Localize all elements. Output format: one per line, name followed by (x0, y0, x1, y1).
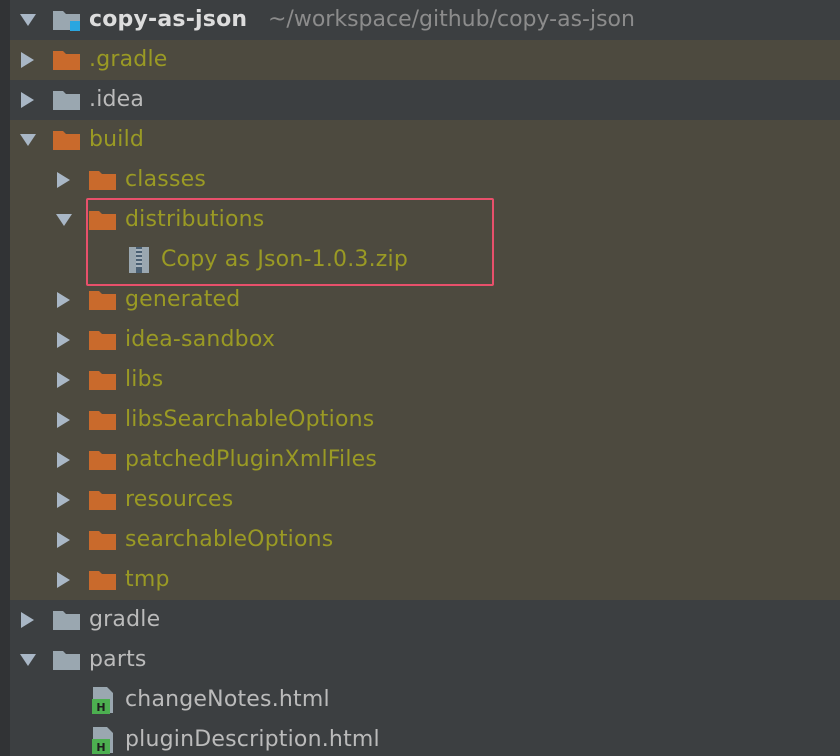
folder-gray-icon (52, 648, 82, 672)
tree-row[interactable]: .idea (10, 80, 840, 120)
folder-orange-icon (88, 208, 118, 232)
folder-orange-icon (88, 328, 118, 352)
module-folder-icon (52, 8, 82, 32)
tree-row[interactable]: parts (10, 640, 840, 680)
chevron-down-icon[interactable] (16, 640, 40, 680)
chevron-down-icon[interactable] (16, 0, 40, 40)
tree-row[interactable]: searchableOptions (10, 520, 840, 560)
tree-row[interactable]: tmp (10, 560, 840, 600)
chevron-right-icon[interactable] (52, 320, 76, 360)
chevron-right-icon[interactable] (16, 600, 40, 640)
tree-row[interactable]: resources (10, 480, 840, 520)
tree-row[interactable]: classes (10, 160, 840, 200)
tree-item-label: changeNotes.html (125, 687, 330, 712)
html-file-icon: H (90, 726, 116, 754)
tree-item-label: tmp (125, 567, 170, 592)
chevron-down-icon[interactable] (52, 200, 76, 240)
tree-row[interactable]: generated (10, 280, 840, 320)
tree-item-label: parts (89, 647, 147, 672)
chevron-right-icon[interactable] (52, 440, 76, 480)
chevron-right-icon[interactable] (52, 400, 76, 440)
folder-gray-icon (52, 608, 82, 632)
chevron-right-icon[interactable] (52, 520, 76, 560)
tree-item-label: resources (125, 487, 234, 512)
tree-row[interactable]: libs (10, 360, 840, 400)
chevron-down-icon[interactable] (16, 120, 40, 160)
folder-orange-icon (88, 488, 118, 512)
tree-item-label: patchedPluginXmlFiles (125, 447, 378, 472)
tree-root-row[interactable]: copy-as-json ~/workspace/github/copy-as-… (10, 0, 840, 40)
tree-row[interactable]: .gradle (10, 40, 840, 80)
chevron-right-icon[interactable] (52, 480, 76, 520)
tree-row[interactable]: build (10, 120, 840, 160)
tree-row[interactable]: distributions (10, 200, 840, 240)
chevron-right-icon[interactable] (16, 80, 40, 120)
tree-row[interactable]: idea-sandbox (10, 320, 840, 360)
folder-orange-icon (88, 288, 118, 312)
tree-item-label: build (89, 127, 145, 152)
tree-row[interactable]: gradle (10, 600, 840, 640)
folder-orange-icon (88, 528, 118, 552)
chevron-right-icon[interactable] (52, 560, 76, 600)
tree-item-label: Copy as Json-1.0.3.zip (161, 247, 409, 272)
tree-item-label: libsSearchableOptions (125, 407, 375, 432)
tree-item-label: .gradle (89, 47, 168, 72)
html-file-icon: H (90, 686, 116, 714)
folder-orange-icon (88, 568, 118, 592)
tree-item-label: libs (125, 367, 164, 392)
chevron-right-icon[interactable] (52, 160, 76, 200)
folder-gray-icon (52, 88, 82, 112)
folder-orange-icon (88, 448, 118, 472)
tree-row[interactable]: Copy as Json-1.0.3.zip (10, 240, 840, 280)
tree-row[interactable]: libsSearchableOptions (10, 400, 840, 440)
tree-item-label: .idea (89, 87, 145, 112)
project-tree: copy-as-json ~/workspace/github/copy-as-… (0, 0, 840, 756)
svg-text:H: H (96, 701, 105, 714)
tree-item-label: searchableOptions (125, 527, 334, 552)
tree-item-label: gradle (89, 607, 161, 632)
svg-text:H: H (96, 741, 105, 754)
tree-item-label: idea-sandbox (125, 327, 276, 352)
tree-row[interactable]: patchedPluginXmlFiles (10, 440, 840, 480)
chevron-right-icon[interactable] (52, 360, 76, 400)
root-path: ~/workspace/github/copy-as-json (268, 7, 635, 32)
tree-row[interactable]: HpluginDescription.html (10, 720, 840, 756)
folder-orange-icon (52, 48, 82, 72)
tree-item-label: generated (125, 287, 241, 312)
folder-orange-icon (52, 128, 82, 152)
root-name: copy-as-json (89, 7, 248, 32)
chevron-right-icon[interactable] (52, 280, 76, 320)
gutter (0, 0, 10, 756)
chevron-right-icon[interactable] (16, 40, 40, 80)
zip-file-icon (126, 246, 152, 274)
tree-item-label: classes (125, 167, 207, 192)
tree-row[interactable]: HchangeNotes.html (10, 680, 840, 720)
tree-item-label: distributions (125, 207, 265, 232)
folder-orange-icon (88, 408, 118, 432)
folder-orange-icon (88, 168, 118, 192)
tree-item-label: pluginDescription.html (125, 727, 380, 752)
folder-orange-icon (88, 368, 118, 392)
